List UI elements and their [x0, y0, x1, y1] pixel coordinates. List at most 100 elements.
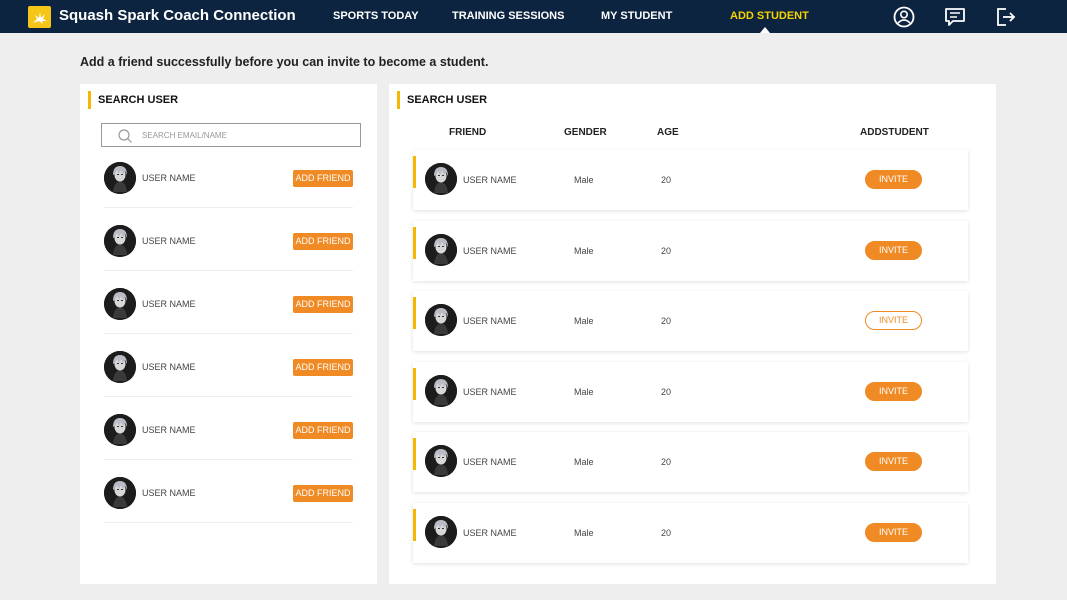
- user-circle-icon[interactable]: [893, 6, 915, 28]
- user-name: USER NAME: [463, 457, 517, 467]
- row-accent-bar: [413, 297, 416, 329]
- gender-cell: Male: [574, 527, 594, 538]
- user-name: USER NAME: [142, 425, 196, 435]
- row-accent-bar: [413, 508, 416, 541]
- user-name: USER NAME: [142, 299, 196, 309]
- gender-cell: Male: [574, 386, 594, 397]
- gender-cell: Male: [574, 316, 594, 326]
- avatar-image: [104, 414, 136, 446]
- add-friend-button[interactable]: ADD FRIEND: [293, 485, 353, 502]
- intro-message: Add a friend successfully before you can…: [80, 55, 489, 69]
- avatar: [425, 374, 457, 407]
- add-friend-button[interactable]: ADD FRIEND: [293, 233, 353, 250]
- user-name: USER NAME: [463, 245, 517, 256]
- user-name: USER NAME: [142, 362, 196, 372]
- friend-list-panel: SEARCH USER FRIEND GENDER AGE ADDSTUDENT…: [389, 84, 996, 584]
- invite-button[interactable]: INVITE: [865, 522, 922, 542]
- age-cell: 20: [661, 245, 672, 256]
- user-name: USER NAME: [142, 173, 196, 183]
- table-row: USER NAME Male 20 INVITE: [413, 361, 968, 422]
- avatar-image: [425, 515, 457, 548]
- list-item: USER NAME ADD FRIEND: [104, 145, 353, 208]
- invite-button[interactable]: INVITE: [865, 452, 922, 471]
- avatar-image: [104, 351, 136, 383]
- user-name: USER NAME: [142, 236, 196, 246]
- gender-cell: Male: [574, 457, 594, 467]
- list-item: USER NAME ADD FRIEND: [104, 334, 353, 397]
- column-header-age: AGE: [657, 127, 679, 138]
- invite-button[interactable]: INVITE: [865, 381, 922, 401]
- column-header-addstudent: ADDSTUDENT: [860, 127, 929, 138]
- user-name: USER NAME: [463, 386, 517, 397]
- avatar-image: [425, 304, 457, 336]
- user-name: USER NAME: [463, 175, 517, 185]
- list-item: USER NAME ADD FRIEND: [104, 271, 353, 334]
- gender-cell: Male: [574, 175, 594, 185]
- search-user-panel: SEARCH USER USER NAMEADD FRIENDUSER NAME…: [80, 84, 377, 584]
- column-header-gender: GENDER: [564, 127, 607, 138]
- user-name: USER NAME: [463, 527, 517, 538]
- age-cell: 20: [661, 386, 672, 397]
- search-input[interactable]: [142, 127, 352, 143]
- list-item: USER NAME ADD FRIEND: [104, 397, 353, 460]
- avatar: [425, 515, 457, 548]
- nav-my-student[interactable]: MY STUDENT: [601, 10, 672, 22]
- avatar: [425, 163, 457, 195]
- nav-training-sessions[interactable]: TRAINING SESSIONS: [452, 10, 564, 22]
- invite-button[interactable]: INVITE: [865, 311, 922, 330]
- add-friend-button[interactable]: ADD FRIEND: [293, 422, 353, 439]
- age-cell: 20: [661, 316, 672, 326]
- search-icon: [118, 129, 132, 143]
- avatar-image: [425, 445, 457, 477]
- add-friend-button[interactable]: ADD FRIEND: [293, 359, 353, 376]
- table-row: USER NAME Male 20 INVITE: [413, 220, 968, 281]
- table-row: USER NAME Male 20 INVITE: [413, 502, 968, 563]
- row-accent-bar: [413, 226, 416, 259]
- message-icon[interactable]: [944, 6, 966, 28]
- user-name: USER NAME: [463, 316, 517, 326]
- invite-button[interactable]: INVITE: [865, 170, 922, 189]
- avatar-image: [104, 162, 136, 194]
- gender-cell: Male: [574, 245, 594, 256]
- avatar-image: [104, 225, 136, 257]
- avatar: [104, 351, 136, 383]
- app-title: Squash Spark Coach Connection: [59, 7, 296, 24]
- avatar: [104, 288, 136, 320]
- avatar-image: [104, 477, 136, 509]
- top-navigation-bar: Squash Spark Coach Connection SPORTS TOD…: [0, 0, 1067, 33]
- row-accent-bar: [413, 367, 416, 400]
- avatar: [425, 304, 457, 336]
- nav-add-student[interactable]: ADD STUDENT: [730, 10, 809, 22]
- search-box[interactable]: [101, 123, 361, 147]
- user-name: USER NAME: [142, 488, 196, 498]
- row-accent-bar: [413, 156, 416, 188]
- avatar-image: [425, 233, 457, 266]
- app-logo[interactable]: [28, 6, 51, 28]
- avatar: [104, 414, 136, 446]
- age-cell: 20: [661, 527, 672, 538]
- age-cell: 20: [661, 175, 672, 185]
- table-row: USER NAME Male 20 INVITE: [413, 291, 968, 351]
- panel-title: SEARCH USER: [397, 91, 487, 109]
- row-accent-bar: [413, 438, 416, 470]
- list-item: USER NAME ADD FRIEND: [104, 460, 353, 523]
- avatar: [104, 162, 136, 194]
- avatar: [425, 233, 457, 266]
- avatar-image: [104, 288, 136, 320]
- active-nav-indicator: [760, 27, 770, 33]
- invite-button[interactable]: INVITE: [865, 240, 922, 260]
- avatar-image: [425, 374, 457, 407]
- age-cell: 20: [661, 457, 672, 467]
- column-header-friend: FRIEND: [449, 127, 487, 138]
- spark-icon: [33, 11, 47, 24]
- nav-sports-today[interactable]: SPORTS TODAY: [333, 10, 419, 22]
- add-friend-button[interactable]: ADD FRIEND: [293, 296, 353, 313]
- add-friend-button[interactable]: ADD FRIEND: [293, 170, 353, 187]
- logout-icon[interactable]: [995, 6, 1017, 28]
- avatar: [425, 445, 457, 477]
- avatar: [104, 477, 136, 509]
- table-row: USER NAME Male 20 INVITE: [413, 432, 968, 492]
- avatar-image: [425, 163, 457, 195]
- list-item: USER NAME ADD FRIEND: [104, 208, 353, 271]
- avatar: [104, 225, 136, 257]
